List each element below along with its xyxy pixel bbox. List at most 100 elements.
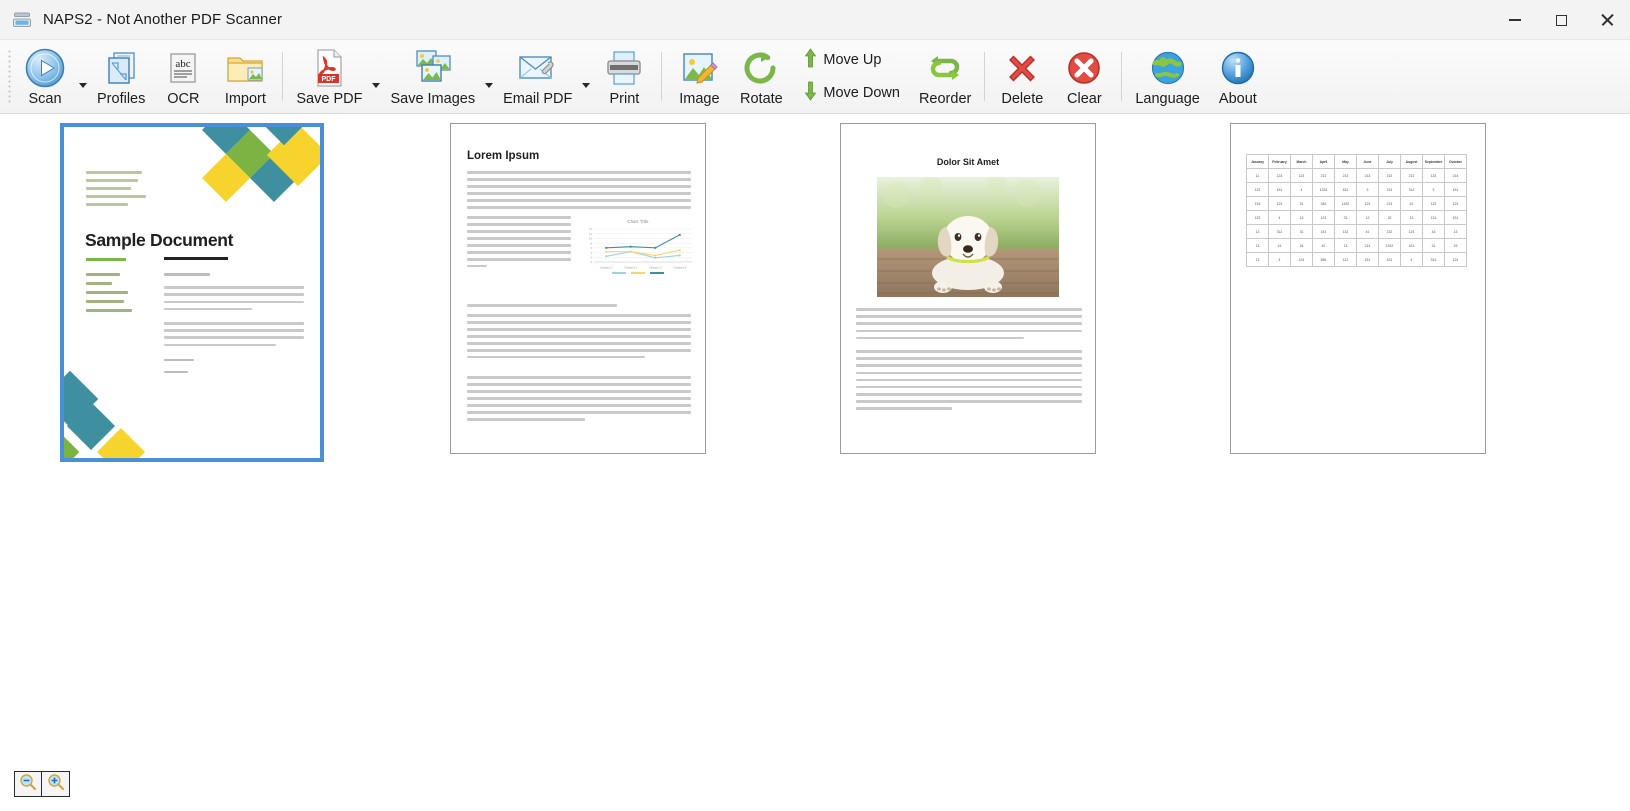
table-cell: 31 — [1422, 238, 1445, 253]
svg-text:14: 14 — [589, 227, 592, 231]
email-pdf-dropdown-arrow[interactable] — [579, 40, 593, 113]
ocr-label: OCR — [167, 90, 200, 107]
page-thumbnail-3[interactable]: Dolor Sit Amet — [840, 123, 1096, 454]
move-buttons-group: Move Up Move Down — [792, 40, 912, 113]
svg-text:Category 1: Category 1 — [600, 266, 613, 270]
table-cell: 124 — [1400, 224, 1423, 239]
table-cell: 123 — [1246, 182, 1269, 197]
thumbnail-slot-2: Lorem Ipsum Chart Title 0 2 4 6 8 10 12 … — [450, 123, 840, 462]
page-2-title: Lorem Ipsum — [467, 150, 540, 162]
save-images-button[interactable]: Save Images — [383, 40, 482, 113]
save-pdf-dropdown-arrow[interactable] — [369, 40, 383, 113]
rotate-label: Rotate — [740, 90, 783, 107]
table-header-cell-7: August — [1400, 154, 1423, 169]
rotate-button[interactable]: Rotate — [730, 40, 792, 113]
table-cell: 412 — [1334, 252, 1357, 267]
language-label: Language — [1135, 90, 1200, 107]
images-icon — [411, 46, 455, 90]
page-3-content: Dolor Sit Amet — [841, 124, 1095, 453]
toolbar-separator-3 — [984, 52, 986, 101]
table-cell: 13 — [1334, 238, 1357, 253]
email-attach-icon — [515, 46, 561, 90]
scan-label: Scan — [28, 90, 62, 107]
page-2-intro-paragraph — [467, 171, 691, 209]
table-header-cell-6: July — [1378, 154, 1401, 169]
table-cell: 3 — [1422, 182, 1445, 197]
table-header-cell-0: January — [1246, 154, 1269, 169]
svg-text:PDF: PDF — [322, 76, 337, 83]
email-pdf-button[interactable]: Email PDF — [496, 40, 579, 113]
zoom-out-button[interactable] — [14, 771, 42, 797]
close-button[interactable] — [1584, 0, 1630, 40]
table-cell: 431 — [1444, 182, 1467, 197]
table-cell: 213 — [1356, 168, 1379, 183]
scan-dropdown-arrow[interactable] — [76, 40, 90, 113]
table-cell: 431 — [1334, 182, 1357, 197]
table-cell: 431 — [1444, 210, 1467, 225]
ocr-button[interactable]: abc OCR — [152, 40, 214, 113]
minimize-button[interactable] — [1492, 0, 1538, 40]
legend-item-series-2 — [631, 272, 645, 275]
move-down-button[interactable]: Move Down — [798, 78, 906, 109]
table-cell: 1232 — [1312, 182, 1335, 197]
title-bar: NAPS2 - Not Another PDF Scanner — [0, 0, 1630, 40]
table-cell: 24 — [1290, 238, 1313, 253]
clear-button[interactable]: Clear — [1053, 40, 1115, 113]
table-row: 13 312 31 431 132 41 132 124 43 13 — [1246, 224, 1467, 239]
language-button[interactable]: Language — [1128, 40, 1207, 113]
svg-text:2: 2 — [591, 255, 593, 259]
page-thumbnail-1[interactable]: Sample Document — [60, 123, 324, 462]
rotate-icon — [740, 46, 782, 90]
table-header-cell-3: April — [1312, 154, 1335, 169]
save-pdf-button[interactable]: PDF Save PDF — [289, 40, 369, 113]
clear-stop-icon — [1063, 46, 1105, 90]
thumbnail-workspace[interactable]: Sample Document Lorem Ipsum Chart Title … — [0, 115, 1630, 811]
print-button[interactable]: Print — [593, 40, 655, 113]
table-cell: 123 — [1246, 210, 1269, 225]
table-cell: 132 — [1378, 224, 1401, 239]
table-cell: 3 — [1356, 182, 1379, 197]
save-images-dropdown-arrow[interactable] — [482, 40, 496, 113]
chart-svg: 02468101214 Category 1 Category 2 Category … — [589, 227, 692, 270]
table-cell: 32 — [1378, 210, 1401, 225]
toolbar-separator-2 — [661, 52, 663, 101]
letter-body — [164, 273, 304, 374]
table-cell: 343 — [1312, 196, 1335, 211]
maximize-button[interactable] — [1538, 0, 1584, 40]
table-cell: 123 — [1422, 168, 1445, 183]
table-cell: 123 — [1290, 168, 1313, 183]
legend-item-series-1 — [612, 272, 626, 275]
table-cell: 13 — [1290, 210, 1313, 225]
profiles-button[interactable]: Profiles — [90, 40, 152, 113]
image-edit-icon — [678, 46, 720, 90]
table-cell: 565 — [1312, 252, 1335, 267]
page-2-left-column — [467, 216, 571, 268]
import-button[interactable]: Import — [214, 40, 276, 113]
table-cell: 4 — [1400, 252, 1423, 267]
table-cell: 132 — [1334, 224, 1357, 239]
page-thumbnail-2[interactable]: Lorem Ipsum Chart Title 0 2 4 6 8 10 12 … — [450, 123, 706, 454]
table-cell: 41 — [1268, 238, 1291, 253]
toolbar-grip[interactable] — [4, 40, 14, 113]
image-button[interactable]: Image — [668, 40, 730, 113]
move-up-button[interactable]: Move Up — [798, 45, 906, 76]
reorder-button[interactable]: Reorder — [912, 40, 978, 113]
svg-text:8: 8 — [591, 241, 593, 245]
table-cell: 13 — [1246, 224, 1269, 239]
table-header-row: January February March April May June July Augu… — [1246, 154, 1467, 169]
scan-button[interactable]: Scan — [14, 40, 76, 113]
main-toolbar: Scan Profiles abc OCR Import PDF Save PD… — [0, 40, 1630, 114]
svg-text:abc: abc — [176, 58, 191, 70]
table-cell: 431 — [1400, 238, 1423, 253]
table-cell: 213 — [1312, 168, 1335, 183]
clear-label: Clear — [1067, 90, 1102, 107]
table-cell: 123 — [1356, 196, 1379, 211]
legend-item-series-3 — [650, 272, 664, 275]
save-pdf-label: Save PDF — [296, 90, 363, 107]
zoom-in-button[interactable] — [42, 771, 70, 797]
save-images-label: Save Images — [390, 90, 476, 107]
delete-button[interactable]: Delete — [991, 40, 1053, 113]
chart-plot-area: 0 2 4 6 8 10 12 14 Category 1 Category 2 Category … — [580, 226, 696, 270]
about-button[interactable]: About — [1207, 40, 1269, 113]
page-thumbnail-4[interactable]: January February March April May June July Augu… — [1230, 123, 1486, 454]
